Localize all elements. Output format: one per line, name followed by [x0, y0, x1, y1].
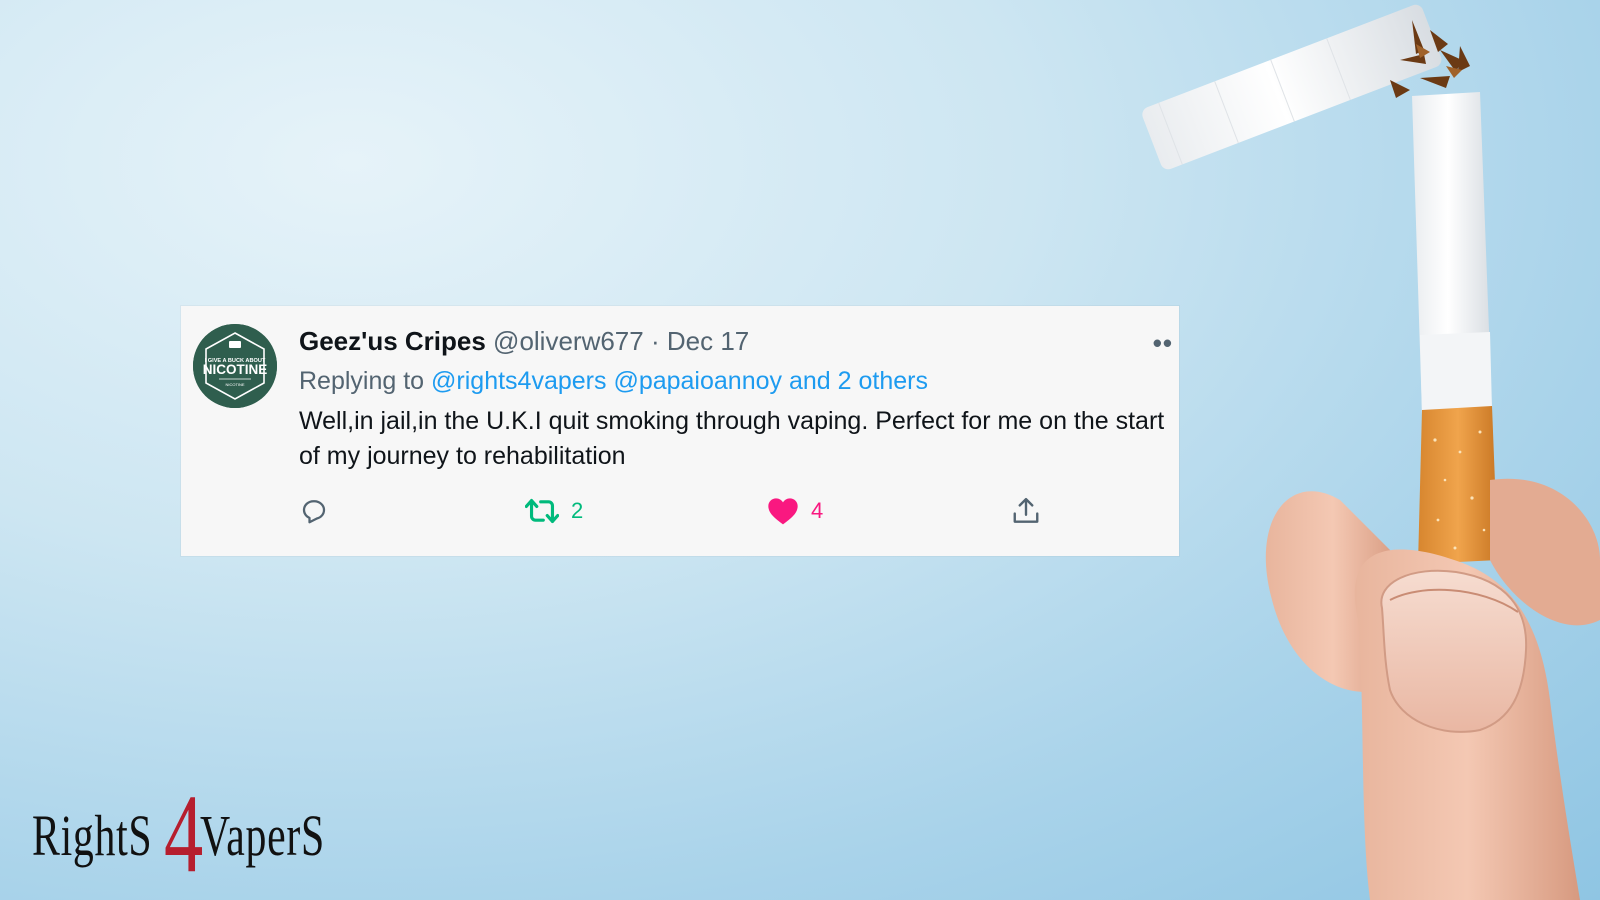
mention-link-rights4vapers[interactable]: @rights4vapers [431, 367, 606, 395]
tweet-date[interactable]: Dec 17 [667, 326, 749, 356]
avatar-badge-icon: I GIVE A BUCK ABOUT NICOTINE NICOTINE [193, 324, 277, 408]
share-icon [1013, 497, 1039, 523]
avatar-bottom-text: NICOTINE [225, 382, 244, 387]
tweet-text: Well,in jail,in the U.K.I quit smoking t… [299, 407, 1165, 470]
replying-to-line: Replying to @rights4vapers @papaioannoy … [299, 364, 928, 398]
user-handle[interactable]: @oliverw677 [493, 326, 644, 356]
retweet-button[interactable]: 2 [525, 496, 583, 526]
logo-word-rights: RightS [32, 803, 153, 868]
broken-cigarette-image [1142, 4, 1600, 900]
tweet-card[interactable]: I GIVE A BUCK ABOUT NICOTINE NICOTINE Ge… [181, 306, 1179, 556]
logo-number-four: 4 [164, 772, 204, 896]
retweet-count: 2 [571, 498, 584, 523]
like-button[interactable]: 4 [767, 496, 823, 526]
tweet-actions: 2 4 [299, 496, 1059, 532]
mention-others-link[interactable]: and 2 others [789, 367, 928, 395]
avatar[interactable]: I GIVE A BUCK ABOUT NICOTINE NICOTINE [193, 324, 277, 408]
heart-icon [768, 498, 798, 525]
display-name[interactable]: Geez'us Cripes [299, 326, 486, 356]
mention-link-papaioannoy[interactable]: @papaioannoy [613, 367, 782, 395]
retweet-icon [525, 498, 559, 524]
tweet-header: Geez'us Cripes @oliverw677 · Dec 17 [299, 324, 749, 358]
avatar-main-text: NICOTINE [203, 362, 268, 377]
replying-to-label: Replying to [299, 367, 425, 395]
logo-word-vapers: VaperS [200, 803, 325, 868]
header-separator: · [650, 326, 660, 356]
reply-button[interactable] [299, 496, 329, 526]
reply-icon [302, 500, 326, 524]
rights4vapers-logo: RightS 4 VaperS [32, 772, 392, 900]
like-count: 4 [811, 498, 824, 523]
share-button[interactable] [1011, 496, 1041, 526]
